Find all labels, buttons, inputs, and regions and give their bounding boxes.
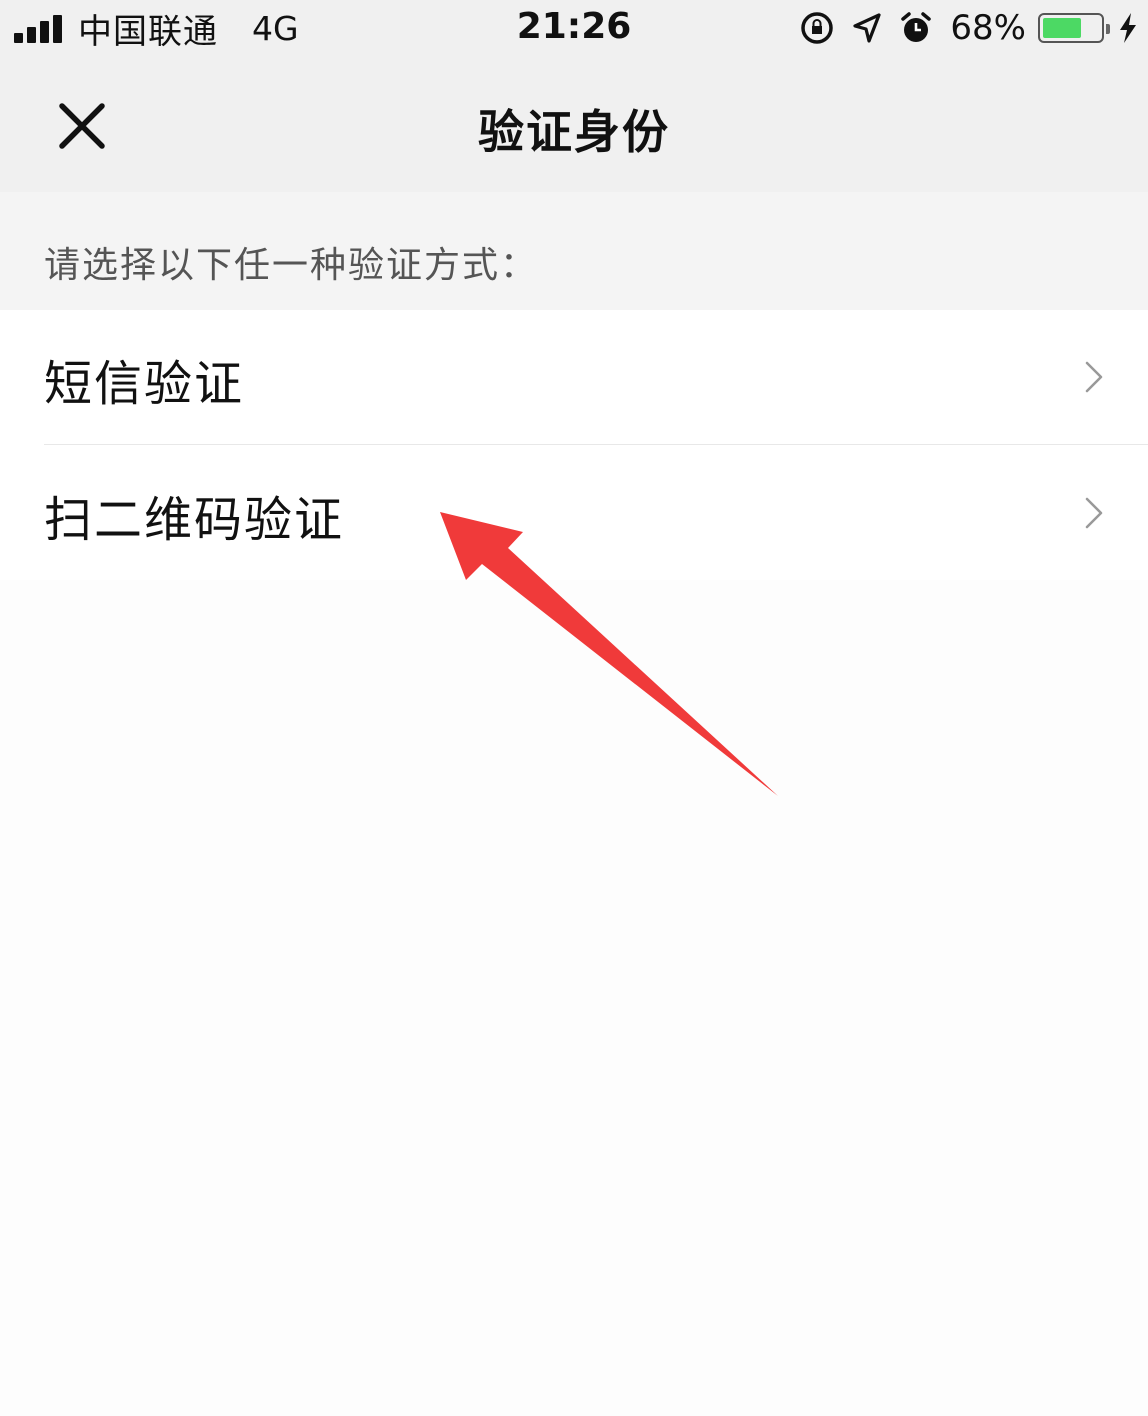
chevron-right-icon <box>1085 497 1103 529</box>
location-icon <box>852 12 882 44</box>
battery-icon <box>1038 13 1110 43</box>
option-sms-verification[interactable]: 短信验证 <box>0 310 1148 445</box>
instruction-text: 请选择以下任一种验证方式： <box>44 245 539 286</box>
battery-percent: 68% <box>950 8 1026 48</box>
status-bar-right: 68% <box>782 8 1138 48</box>
option-label: 短信验证 <box>44 356 245 412</box>
screen-lock-icon <box>800 11 834 45</box>
chevron-right-icon <box>1085 361 1103 393</box>
option-qr-code-verification[interactable]: 扫二维码验证 <box>0 446 1148 580</box>
option-label: 扫二维码验证 <box>44 492 345 548</box>
status-bar: 中国联通 4G 21:26 68% <box>0 0 1148 58</box>
alarm-icon <box>900 12 932 44</box>
instruction-section: 请选择以下任一种验证方式： <box>0 192 1148 310</box>
divider <box>44 444 1148 445</box>
battery-fill <box>1043 18 1082 38</box>
page-title: 验证身份 <box>478 105 670 159</box>
charging-bolt-icon <box>1118 12 1138 44</box>
verification-method-list: 短信验证 扫二维码验证 <box>0 310 1148 580</box>
navigation-bar: 验证身份 <box>0 58 1148 192</box>
